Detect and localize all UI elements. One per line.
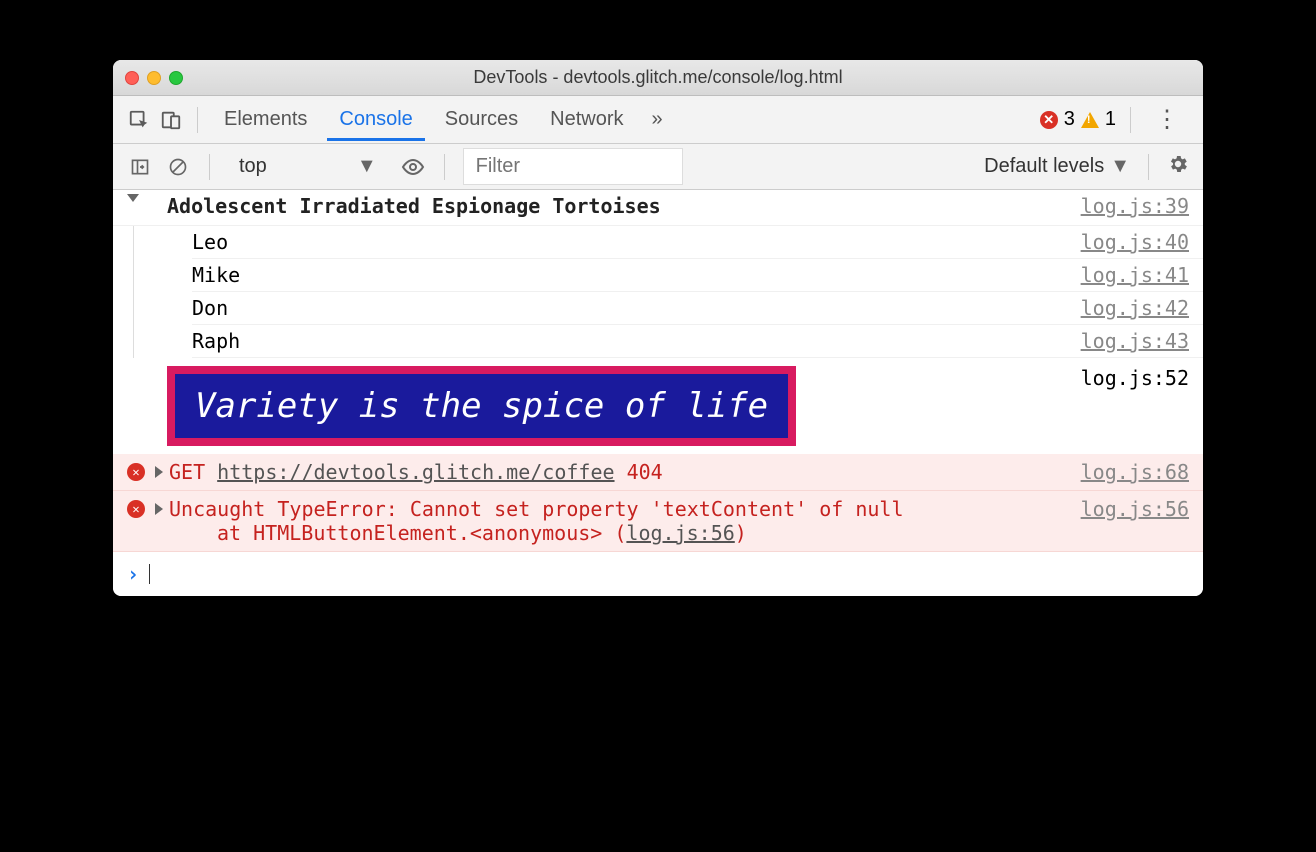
error-entry: ✕ GET https://devtools.glitch.me/coffee …: [113, 454, 1203, 491]
filter-input[interactable]: [463, 148, 683, 185]
stack-link[interactable]: log.js:56: [626, 521, 734, 545]
group-title: Adolescent Irradiated Espionage Tortoise…: [167, 194, 1081, 218]
http-status: 404: [627, 460, 663, 484]
divider: [197, 107, 198, 133]
prompt-chevron-icon: ›: [127, 562, 139, 586]
tab-console[interactable]: Console: [327, 98, 424, 141]
tab-elements[interactable]: Elements: [212, 98, 319, 141]
console-prompt[interactable]: ›: [113, 552, 1203, 596]
error-message: GET https://devtools.glitch.me/coffee 40…: [169, 460, 1081, 484]
log-text: Raph: [192, 329, 1081, 353]
inspect-element-icon[interactable]: [127, 108, 151, 132]
maximize-icon[interactable]: [169, 71, 183, 85]
error-text: Uncaught TypeError: Cannot set property …: [169, 497, 904, 521]
stack-prefix: at HTMLButtonElement.<anonymous> (: [217, 521, 626, 545]
disclosure-triangle-icon[interactable]: [155, 503, 163, 515]
close-icon[interactable]: [125, 71, 139, 85]
error-icon: ✕: [1040, 111, 1058, 129]
error-count: 3: [1064, 108, 1075, 131]
chevron-down-icon: ▼: [1110, 155, 1130, 178]
log-text: Leo: [192, 230, 1081, 254]
source-link[interactable]: log.js:40: [1081, 230, 1189, 254]
divider: [1148, 154, 1149, 180]
styled-log-text: Variety is the spice of life: [167, 366, 796, 446]
source-link[interactable]: log.js:39: [1081, 194, 1189, 218]
cursor: [149, 564, 150, 584]
log-group-body: Leo log.js:40 Mike log.js:41 Don log.js:…: [133, 226, 1203, 358]
warning-count: 1: [1105, 108, 1116, 131]
console-settings-icon[interactable]: [1167, 153, 1189, 181]
divider: [444, 154, 445, 180]
error-stack: at HTMLButtonElement.<anonymous> (log.js…: [169, 521, 1081, 545]
source-link[interactable]: log.js:52: [1081, 366, 1189, 390]
source-link[interactable]: log.js:42: [1081, 296, 1189, 320]
log-text: Mike: [192, 263, 1081, 287]
tab-network[interactable]: Network: [538, 98, 635, 141]
window-controls: [125, 71, 183, 85]
log-entry: Leo log.js:40: [192, 226, 1203, 259]
source-link[interactable]: log.js:43: [1081, 329, 1189, 353]
disclosure-triangle-icon[interactable]: [155, 466, 163, 478]
log-entry: Raph log.js:43: [192, 325, 1203, 358]
titlebar: DevTools - devtools.glitch.me/console/lo…: [113, 60, 1203, 96]
tab-sources[interactable]: Sources: [433, 98, 530, 141]
settings-menu-icon[interactable]: ⋮: [1145, 105, 1189, 134]
devtools-window: DevTools - devtools.glitch.me/console/lo…: [113, 60, 1203, 596]
divider: [209, 154, 210, 180]
devtools-tabbar: Elements Console Sources Network » ✕ 3 1…: [113, 96, 1203, 144]
error-entry: ✕ Uncaught TypeError: Cannot set propert…: [113, 491, 1203, 552]
log-entry-styled: Variety is the spice of life log.js:52: [113, 358, 1203, 454]
levels-label: Default levels: [984, 155, 1104, 178]
error-url[interactable]: https://devtools.glitch.me/coffee: [217, 460, 614, 484]
log-text: Don: [192, 296, 1081, 320]
console-sidebar-toggle-icon[interactable]: [127, 154, 153, 180]
log-entry: Don log.js:42: [192, 292, 1203, 325]
execution-context-select[interactable]: top ▼: [228, 150, 388, 183]
device-toolbar-icon[interactable]: [159, 108, 183, 132]
error-icon: ✕: [127, 463, 145, 481]
log-levels-select[interactable]: Default levels ▼: [984, 155, 1130, 178]
error-icon: ✕: [127, 500, 145, 518]
window-title: DevTools - devtools.glitch.me/console/lo…: [125, 67, 1191, 88]
http-method: GET: [169, 460, 205, 484]
more-tabs-button[interactable]: »: [644, 108, 671, 131]
console-toolbar: top ▼ Default levels ▼: [113, 144, 1203, 190]
live-expression-icon[interactable]: [400, 154, 426, 180]
divider: [1130, 107, 1131, 133]
console-output: Adolescent Irradiated Espionage Tortoise…: [113, 190, 1203, 596]
disclosure-triangle-icon[interactable]: [127, 194, 139, 202]
log-entry: Mike log.js:41: [192, 259, 1203, 292]
source-link[interactable]: log.js:41: [1081, 263, 1189, 287]
source-link[interactable]: log.js:68: [1081, 460, 1189, 484]
issue-counts[interactable]: ✕ 3 1: [1040, 108, 1116, 131]
log-group-header[interactable]: Adolescent Irradiated Espionage Tortoise…: [113, 190, 1203, 226]
warning-icon: [1081, 112, 1099, 128]
chevron-down-icon: ▼: [357, 155, 377, 178]
context-label: top: [239, 155, 267, 178]
source-link[interactable]: log.js:56: [1081, 497, 1189, 521]
stack-suffix: ): [735, 521, 747, 545]
clear-console-icon[interactable]: [165, 154, 191, 180]
error-message: Uncaught TypeError: Cannot set property …: [169, 497, 1081, 545]
minimize-icon[interactable]: [147, 71, 161, 85]
